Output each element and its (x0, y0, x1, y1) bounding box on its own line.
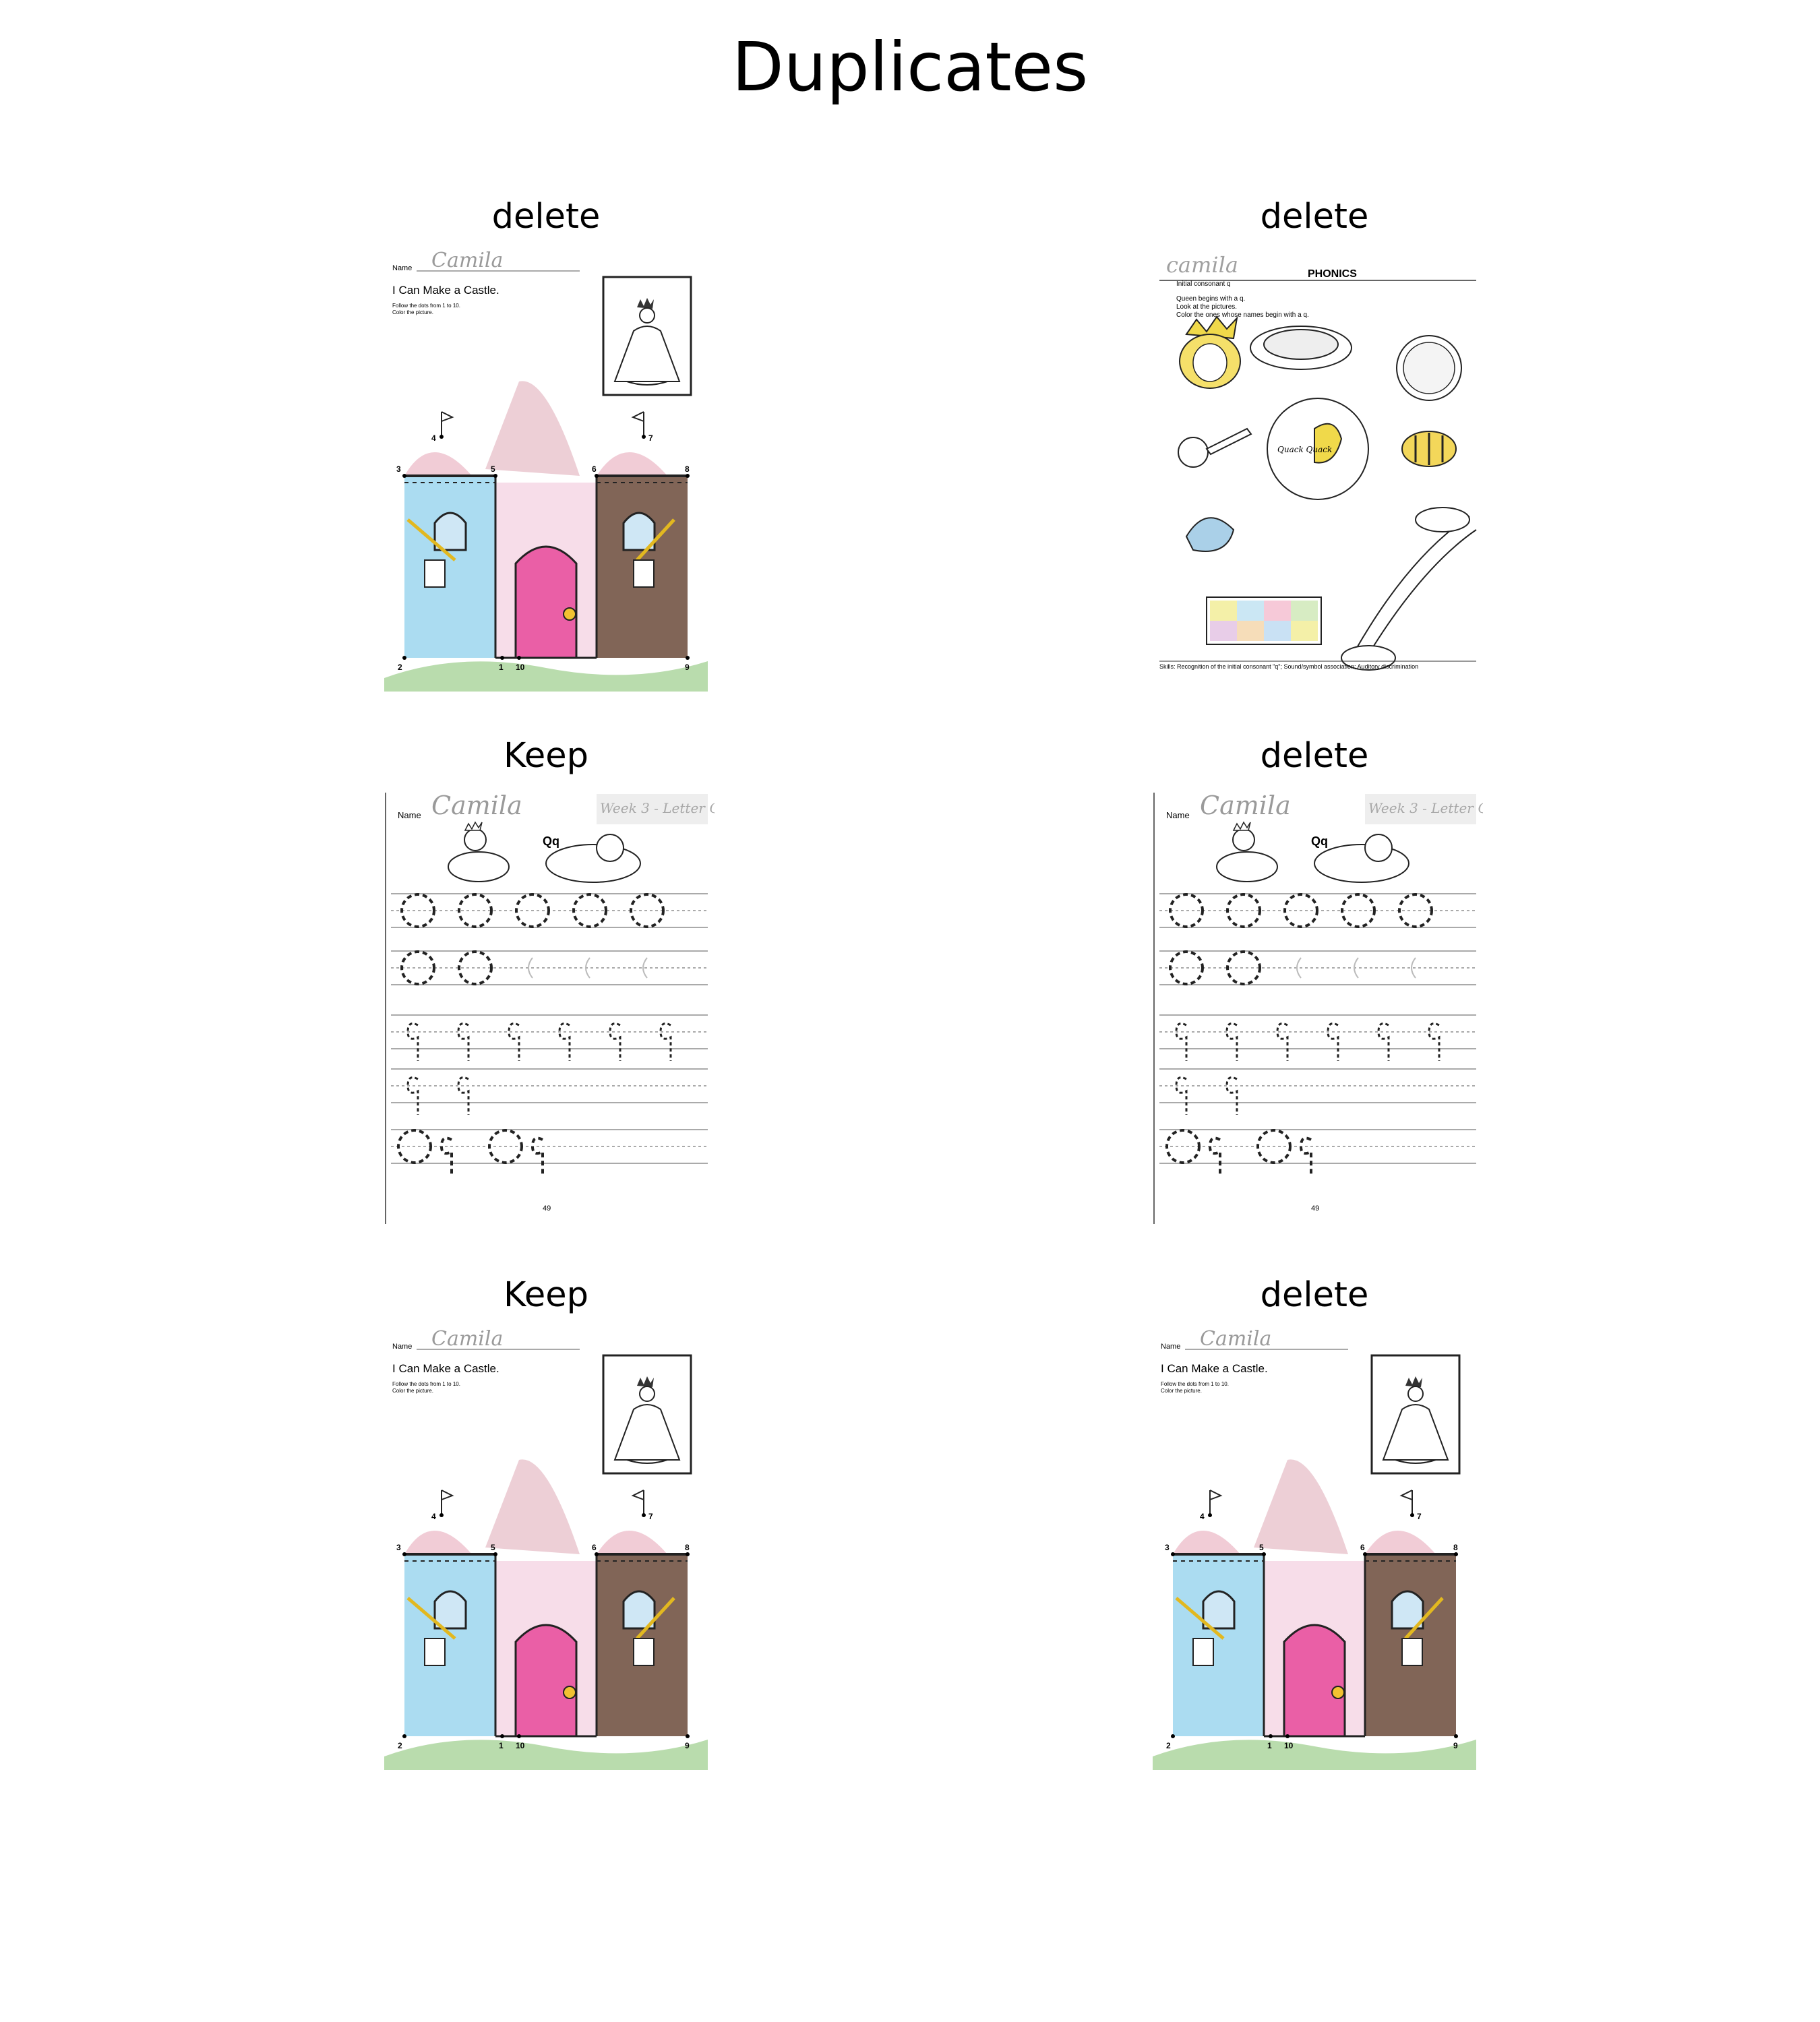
student-name: Camila (431, 249, 503, 272)
name-field-label: Name (392, 264, 412, 272)
tracing-worksheet: Name Camila Week 3 - Letter Q Qq 49 (377, 786, 715, 1231)
duck-sign-text: Quack Quack (1277, 445, 1332, 454)
bee-picture (1401, 431, 1457, 467)
thumbnail-decision-label: delete (1260, 1275, 1369, 1315)
thumbnail-decision-label: delete (491, 197, 601, 237)
dot-number: 8 (1453, 1543, 1458, 1552)
dot-number: 2 (398, 663, 402, 672)
dot-number: 2 (398, 1741, 402, 1750)
dot-number: 5 (491, 464, 495, 474)
dot-number: 9 (685, 1741, 690, 1750)
worksheet-image: Name Camila Week 3 - Letter Q Qq 49 (1146, 786, 1483, 1231)
thumbnail-decision-label: Keep (503, 736, 589, 776)
instruction-line: Queen begins with a q. (1176, 295, 1245, 303)
princess-picture (602, 1354, 692, 1475)
week-tag: Week 3 - Letter Q (600, 800, 715, 816)
pie-picture (1250, 326, 1352, 370)
name-field-label: Name (1161, 1343, 1180, 1351)
dot-number: 1 (1267, 1741, 1272, 1750)
student-name: Camila (1200, 1327, 1271, 1351)
page-title: Duplicates (731, 28, 1089, 106)
dot-number: 5 (491, 1543, 495, 1552)
thumbnail-decision-label: delete (1260, 197, 1369, 237)
worksheet-heading: I Can Make a Castle. (392, 1362, 499, 1375)
duplicate-thumbnail[interactable]: delete Name Camila I Can Make a Castle. … (357, 195, 735, 692)
duplicate-thumbnail[interactable]: delete Name Camila I Can Make a Castle. … (1126, 1274, 1503, 1770)
instruction-line: Follow the dots from 1 to 10. (1161, 1381, 1229, 1387)
dot-number: 3 (396, 464, 401, 474)
dot-number: 1 (499, 663, 504, 672)
dot-number: 6 (592, 464, 597, 474)
tracing-worksheet: Name Camila Week 3 - Letter Q Qq 49 (1146, 786, 1483, 1231)
student-name: Camila (431, 791, 522, 820)
castle-worksheet: Name Camila I Can Make a Castle. Follow … (377, 1325, 715, 1770)
instruction-line: Follow the dots from 1 to 10. (392, 1381, 460, 1387)
worksheet-heading: PHONICS (1308, 268, 1357, 280)
name-field-label: Name (392, 1343, 412, 1351)
dot-number: 10 (516, 663, 525, 672)
dot-number: 7 (648, 1512, 653, 1521)
dot-number: 4 (431, 433, 436, 443)
worksheet-heading: I Can Make a Castle. (1161, 1362, 1268, 1375)
duplicate-thumbnail[interactable]: Keep Name Camila Week 3 - Letter Q Qq 49 (357, 735, 735, 1231)
dot-number: 4 (1200, 1512, 1205, 1521)
quilt-picture (1206, 596, 1322, 645)
worksheet-image: camila PHONICS Initial consonant q Queen… (1146, 247, 1483, 692)
princess-picture (602, 276, 692, 396)
dot-number: 4 (431, 1512, 436, 1521)
instruction-line: Color the picture. (392, 1388, 433, 1394)
thumbnail-decision-label: Keep (503, 1275, 589, 1315)
dot-number: 3 (396, 1543, 401, 1552)
page-number: 49 (543, 1204, 551, 1213)
dot-number: 9 (1453, 1741, 1458, 1750)
dot-number: 10 (516, 1741, 525, 1750)
name-field-label: Name (398, 810, 421, 820)
dot-number: 7 (1417, 1512, 1422, 1521)
week-tag: Week 3 - Letter Q (1368, 800, 1483, 816)
student-name: Camila (1200, 791, 1291, 820)
princess-picture (1370, 1354, 1461, 1475)
dot-number: 6 (592, 1543, 597, 1552)
dot-number: 2 (1166, 1741, 1171, 1750)
worksheet-image: Name Camila I Can Make a Castle. Follow … (377, 1325, 715, 1770)
student-name: Camila (431, 1327, 503, 1351)
worksheet-heading: I Can Make a Castle. (392, 284, 499, 297)
dot-number: 6 (1360, 1543, 1365, 1552)
worksheet-subheading: Initial consonant q (1176, 280, 1231, 288)
dot-number: 8 (685, 1543, 690, 1552)
letter-heading: Qq (1311, 834, 1328, 848)
page-number: 49 (1311, 1204, 1319, 1213)
dot-number: 9 (685, 663, 690, 672)
castle-worksheet: Name Camila I Can Make a Castle. Follow … (377, 247, 715, 692)
worksheet-image: Name Camila I Can Make a Castle. Follow … (377, 247, 715, 692)
worksheet-image: Name Camila Week 3 - Letter Q Qq 49 (377, 786, 715, 1231)
dot-number: 7 (648, 433, 653, 443)
duplicate-thumbnail[interactable]: Keep Name Camila I Can Make a Castle. Fo… (357, 1274, 735, 1770)
castle-worksheet: Name Camila I Can Make a Castle. Follow … (1146, 1325, 1483, 1770)
worksheet-image: Name Camila I Can Make a Castle. Follow … (1146, 1325, 1483, 1770)
instruction-line: Follow the dots from 1 to 10. (392, 303, 460, 309)
student-name: camila (1166, 252, 1238, 278)
skills-note: Skills: Recognition of the initial conso… (1159, 663, 1419, 670)
letter-heading: Qq (543, 834, 559, 848)
instruction-line: Color the picture. (1161, 1388, 1202, 1394)
duck-sign-picture: Quack Quack (1267, 398, 1369, 500)
duplicate-thumbnail[interactable]: delete Name Camila Week 3 - Letter Q Qq … (1126, 735, 1503, 1231)
instruction-line: Color the ones whose names begin with a … (1176, 311, 1309, 319)
instruction-line: Look at the pictures. (1176, 303, 1237, 311)
duplicate-thumbnail[interactable]: delete camila PHONICS Initial consonant … (1126, 195, 1503, 692)
dot-number: 1 (499, 1741, 504, 1750)
thumbnail-decision-label: delete (1260, 736, 1369, 776)
name-field-label: Name (1166, 810, 1190, 820)
dot-number: 5 (1259, 1543, 1264, 1552)
instruction-line: Color the picture. (392, 309, 433, 315)
quarter-coin-picture (1396, 335, 1462, 401)
dot-number: 10 (1284, 1741, 1294, 1750)
dot-number: 8 (685, 464, 690, 474)
phonics-worksheet: camila PHONICS Initial consonant q Queen… (1146, 247, 1483, 692)
dot-number: 3 (1165, 1543, 1170, 1552)
